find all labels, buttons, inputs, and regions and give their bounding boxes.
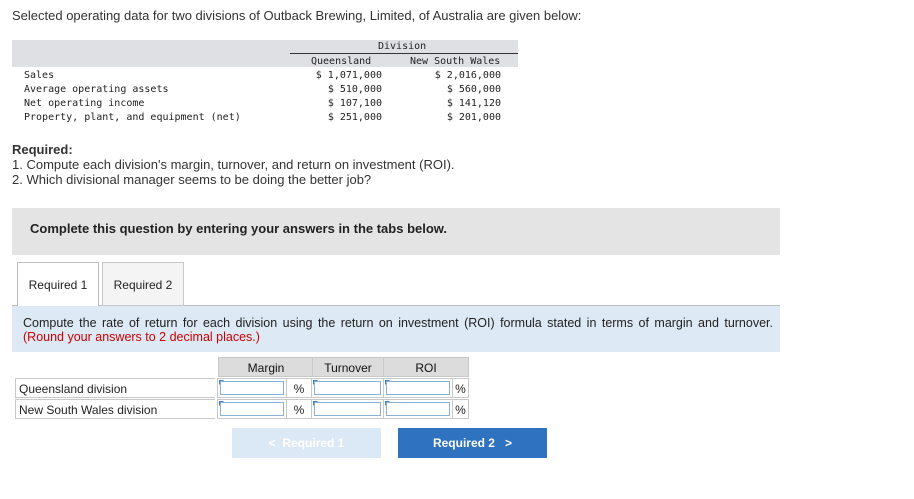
cell-nsw-turnover — [311, 399, 384, 419]
input-nsw-roi[interactable] — [386, 402, 450, 416]
cell-queensland-roi — [383, 378, 453, 398]
percent-nsw-roi: % — [452, 399, 469, 419]
percent-queensland-margin: % — [286, 378, 312, 398]
cell-queensland-margin — [217, 378, 287, 398]
row-label-sales: Sales — [24, 70, 55, 81]
cell-ppe-queensland: $ 251,000 — [327, 112, 382, 123]
input-nsw-margin[interactable] — [220, 402, 284, 416]
division-underline — [290, 53, 518, 54]
required-item-2: 2. Which divisional manager seems to be … — [12, 172, 372, 187]
instruction-text: Compute the rate of return for each divi… — [23, 316, 773, 330]
header-roi: ROI — [383, 357, 469, 377]
header-margin: Margin — [218, 357, 314, 377]
cell-noi-nsw: $ 141,120 — [446, 98, 501, 109]
chevron-right-icon: > — [505, 436, 513, 450]
chevron-left-icon: < — [268, 436, 276, 450]
column-header-queensland: Queensland — [311, 56, 372, 67]
next-button-label: Required 2 — [432, 436, 495, 450]
cell-ppe-nsw: $ 201,000 — [446, 112, 501, 123]
cell-assets-queensland: $ 510,000 — [327, 84, 382, 95]
percent-queensland-roi: % — [452, 378, 469, 398]
header-turnover: Turnover — [312, 357, 384, 377]
intro-text: Selected operating data for two division… — [12, 8, 582, 23]
row-label-ppe: Property, plant, and equipment (net) — [24, 112, 241, 123]
prev-button-label: Required 1 — [282, 436, 345, 450]
cell-nsw-margin — [217, 399, 287, 419]
instruction-banner: Complete this question by entering your … — [12, 208, 780, 255]
answer-table: Margin Turnover ROI Queensland division … — [15, 357, 470, 419]
required-heading: Required: — [12, 142, 73, 157]
prev-required-button[interactable]: < Required 1 — [232, 428, 381, 458]
input-queensland-turnover[interactable] — [314, 381, 381, 395]
cell-sales-queensland: $ 1,071,000 — [315, 70, 382, 81]
row-label-queensland: Queensland division — [15, 378, 215, 398]
row-label-assets: Average operating assets — [24, 84, 169, 95]
tab-required-1-label: Required 1 — [28, 278, 88, 292]
next-required-button[interactable]: Required 2 > — [398, 428, 547, 458]
cell-assets-nsw: $ 560,000 — [446, 84, 501, 95]
row-label-noi: Net operating income — [24, 98, 145, 109]
cell-nsw-roi — [383, 399, 453, 419]
row-label-nsw: New South Wales division — [15, 399, 215, 419]
tab-required-2[interactable]: Required 2 — [102, 262, 184, 306]
required-section: Required: 1. Compute each division's mar… — [12, 142, 455, 187]
tab-required-1[interactable]: Required 1 — [17, 262, 99, 306]
cell-sales-nsw: $ 2,016,000 — [434, 70, 501, 81]
table-header-band — [12, 40, 518, 53]
operating-data-table: Division Queensland New South Wales Sale… — [12, 40, 518, 126]
input-queensland-roi[interactable] — [386, 381, 450, 395]
input-queensland-margin[interactable] — [220, 381, 284, 395]
cell-noi-queensland: $ 107,100 — [327, 98, 382, 109]
required-item-1: 1. Compute each division's margin, turno… — [12, 157, 455, 172]
tab-required-2-label: Required 2 — [113, 278, 173, 292]
input-nsw-turnover[interactable] — [314, 402, 381, 416]
column-header-nsw: New South Wales — [410, 56, 501, 67]
cell-queensland-turnover — [311, 378, 384, 398]
question-instruction: Compute the rate of return for each divi… — [12, 306, 780, 352]
percent-nsw-margin: % — [286, 399, 312, 419]
rounding-note: (Round your answers to 2 decimal places.… — [23, 330, 260, 344]
division-header: Division — [378, 41, 427, 52]
banner-text: Complete this question by entering your … — [30, 221, 448, 236]
